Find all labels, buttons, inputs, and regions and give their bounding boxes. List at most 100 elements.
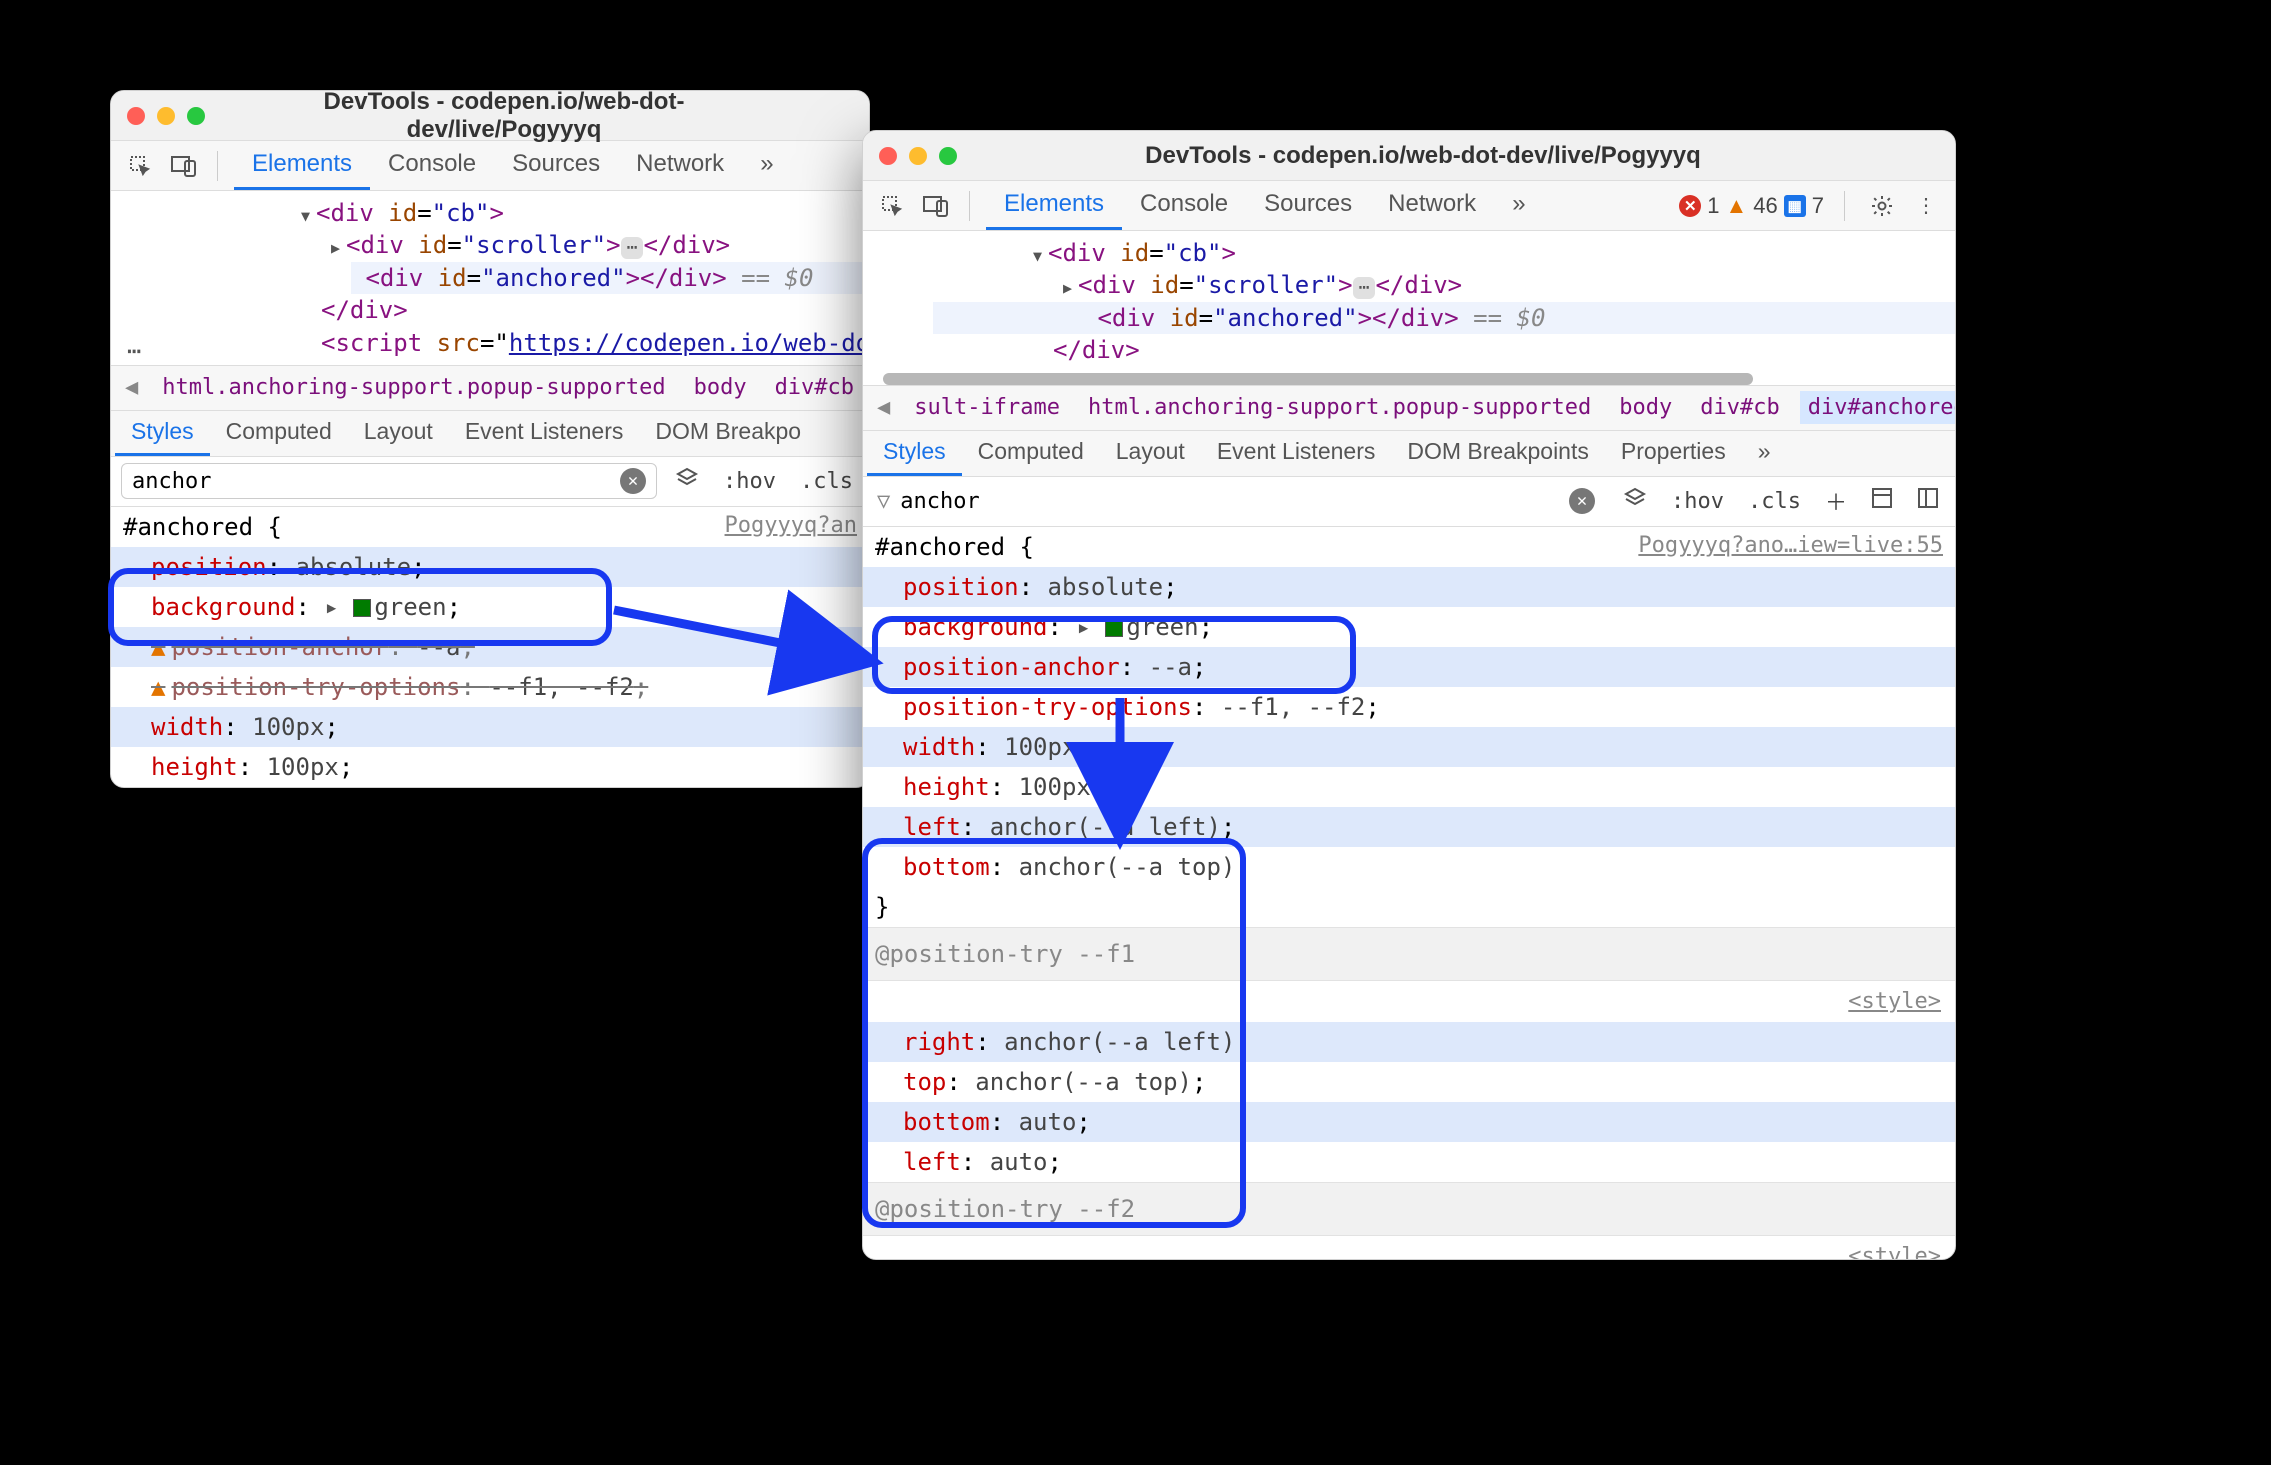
crumb-body[interactable]: body	[1611, 391, 1680, 424]
breadcrumb[interactable]: ◀ html.anchoring-support.popup-supported…	[111, 365, 869, 411]
style-property[interactable]: width: 100px;	[111, 707, 869, 747]
minimize-icon[interactable]	[909, 147, 927, 165]
computed-styles-icon[interactable]	[1865, 483, 1899, 519]
hov-toggle[interactable]: :hov	[717, 465, 782, 498]
style-property[interactable]: height: 100px;	[863, 767, 1955, 807]
styles-pane[interactable]: #anchored { Pogyyyq?ano…iew=live:55 posi…	[863, 527, 1955, 1260]
style-property-invalid[interactable]: ▲position-anchor: --a;	[111, 627, 869, 667]
zoom-icon[interactable]	[939, 147, 957, 165]
tab-network[interactable]: Network	[618, 141, 742, 190]
tab-sources[interactable]: Sources	[1246, 181, 1370, 230]
rule-selector-row[interactable]: #anchored { Pogyyyq?an	[111, 507, 869, 547]
tab-elements[interactable]: Elements	[234, 141, 370, 190]
clear-filter-icon[interactable]: ✕	[620, 468, 646, 494]
style-property[interactable]: position-try-options: --f1, --f2;	[863, 687, 1955, 727]
subtab-event-listeners[interactable]: Event Listeners	[449, 411, 640, 456]
style-property[interactable]: bottom: auto;	[863, 1102, 1955, 1142]
style-property[interactable]: left: anchor(--a left);	[111, 787, 869, 788]
dom-node[interactable]: <div id="cb">	[301, 197, 849, 229]
dom-node[interactable]: </div>	[321, 294, 849, 326]
minimize-icon[interactable]	[157, 107, 175, 125]
close-icon[interactable]	[879, 147, 897, 165]
styles-pane[interactable]: #anchored { Pogyyyq?an position: absolut…	[111, 507, 869, 788]
crumb-html[interactable]: html.anchoring-support.popup-supported	[1080, 391, 1599, 424]
device-toggle-icon[interactable]	[167, 149, 201, 183]
crumb-html[interactable]: html.anchoring-support.popup-supported	[154, 371, 673, 404]
filter-input[interactable]: ▽ anchor ✕	[873, 483, 1605, 519]
dom-node[interactable]: <script src="https://codepen.io/web-dot-…	[321, 327, 849, 359]
layers-icon[interactable]	[669, 462, 705, 500]
at-rule-heading[interactable]: @position-try --f1	[863, 927, 1955, 981]
titlebar[interactable]: DevTools - codepen.io/web-dot-dev/live/P…	[863, 131, 1955, 181]
style-property[interactable]: height: 100px;	[111, 747, 869, 787]
tab-network[interactable]: Network	[1370, 181, 1494, 230]
breadcrumb[interactable]: ◀ sult-iframe html.anchoring-support.pop…	[863, 385, 1955, 431]
style-property[interactable]: left: auto;	[863, 1142, 1955, 1182]
toggle-sidebar-icon[interactable]	[1911, 483, 1945, 519]
source-link[interactable]: <style>	[1848, 985, 1941, 1018]
clear-filter-icon[interactable]: ✕	[1569, 488, 1595, 514]
subtab-properties[interactable]: Properties	[1605, 431, 1742, 476]
tab-elements[interactable]: Elements	[986, 181, 1122, 230]
subtab-styles[interactable]: Styles	[867, 431, 962, 476]
crumb-divcb[interactable]: div#cb	[767, 371, 862, 404]
dom-node-selected[interactable]: <div id="anchored"></div> == $0	[933, 302, 1955, 334]
style-property[interactable]: background: ▸ green;	[863, 607, 1955, 647]
dom-tree[interactable]: <div id="cb"> <div id="scroller">⋯</div>…	[863, 231, 1955, 373]
cls-toggle[interactable]: .cls	[1742, 485, 1807, 518]
subtab-styles[interactable]: Styles	[115, 411, 210, 456]
breadcrumb-prev[interactable]: ◀	[121, 375, 142, 400]
style-property[interactable]: position: absolute;	[111, 547, 869, 587]
tab-console[interactable]: Console	[370, 141, 494, 190]
dom-node[interactable]: <div id="scroller">⋯</div>	[1063, 269, 1935, 301]
subtab-computed[interactable]: Computed	[210, 411, 348, 456]
horizontal-scrollbar[interactable]	[863, 373, 1955, 385]
source-link[interactable]: Pogyyyq?an	[725, 509, 857, 545]
filter-input[interactable]: anchor ✕	[121, 463, 657, 499]
source-link[interactable]: Pogyyyq?ano…iew=live:55	[1638, 529, 1943, 565]
new-rule-icon[interactable]: ＋	[1819, 481, 1853, 521]
style-property[interactable]: right: anchor(--a left);	[863, 1022, 1955, 1062]
style-property[interactable]: top: anchor(--a top);	[863, 1062, 1955, 1102]
subtab-dom-breakpoints[interactable]: DOM Breakpo	[639, 411, 817, 456]
more-vert-icon[interactable]: ⋮	[1909, 189, 1943, 223]
style-property[interactable]: left: anchor(--a left);	[863, 807, 1955, 847]
crumb-iframe[interactable]: sult-iframe	[906, 391, 1068, 424]
style-property[interactable]: position: absolute;	[863, 567, 1955, 607]
subtab-layout[interactable]: Layout	[1100, 431, 1201, 476]
at-rule-heading[interactable]: @position-try --f2	[863, 1182, 1955, 1236]
dom-node[interactable]: <div id="cb">	[1033, 237, 1935, 269]
breadcrumb-prev[interactable]: ◀	[873, 395, 894, 420]
style-property[interactable]: bottom: anchor(--a top);	[863, 847, 1955, 887]
style-property-invalid[interactable]: ▲position-try-options: --f1, --f2;	[111, 667, 869, 707]
inspect-icon[interactable]	[123, 149, 157, 183]
crumb-divcb[interactable]: div#cb	[1692, 391, 1787, 424]
cls-toggle[interactable]: .cls	[794, 465, 859, 498]
subtab-layout[interactable]: Layout	[348, 411, 449, 456]
crumb-body[interactable]: body	[686, 371, 755, 404]
tab-more[interactable]: »	[742, 141, 791, 190]
style-property[interactable]: background: ▸ green;	[111, 587, 869, 627]
inspect-icon[interactable]	[875, 189, 909, 223]
crumb-anchored[interactable]: div#anchored	[1800, 391, 1955, 424]
tab-more[interactable]: »	[1494, 181, 1543, 230]
style-property[interactable]: position-anchor: --a;	[863, 647, 1955, 687]
titlebar[interactable]: DevTools - codepen.io/web-dot-dev/live/P…	[111, 91, 869, 141]
dom-tree[interactable]: <div id="cb"> <div id="scroller">⋯</div>…	[111, 191, 869, 365]
subtab-dom-breakpoints[interactable]: DOM Breakpoints	[1391, 431, 1605, 476]
tab-sources[interactable]: Sources	[494, 141, 618, 190]
dom-node[interactable]: <div id="scroller">⋯</div>	[331, 229, 849, 261]
subtab-more[interactable]: »	[1742, 431, 1787, 476]
error-counts[interactable]: ✕1 ▲46 ▦7	[1679, 193, 1824, 219]
dom-node[interactable]: </div>	[1053, 334, 1935, 366]
subtab-event-listeners[interactable]: Event Listeners	[1201, 431, 1392, 476]
rule-selector-row[interactable]: #anchored { Pogyyyq?ano…iew=live:55	[863, 527, 1955, 567]
subtab-computed[interactable]: Computed	[962, 431, 1100, 476]
style-property[interactable]: width: 100px;	[863, 727, 1955, 767]
dom-node-selected[interactable]: <div id="anchored"></div> == $0	[351, 262, 869, 294]
device-toggle-icon[interactable]	[919, 189, 953, 223]
tab-console[interactable]: Console	[1122, 181, 1246, 230]
gear-icon[interactable]	[1865, 189, 1899, 223]
close-icon[interactable]	[127, 107, 145, 125]
zoom-icon[interactable]	[187, 107, 205, 125]
